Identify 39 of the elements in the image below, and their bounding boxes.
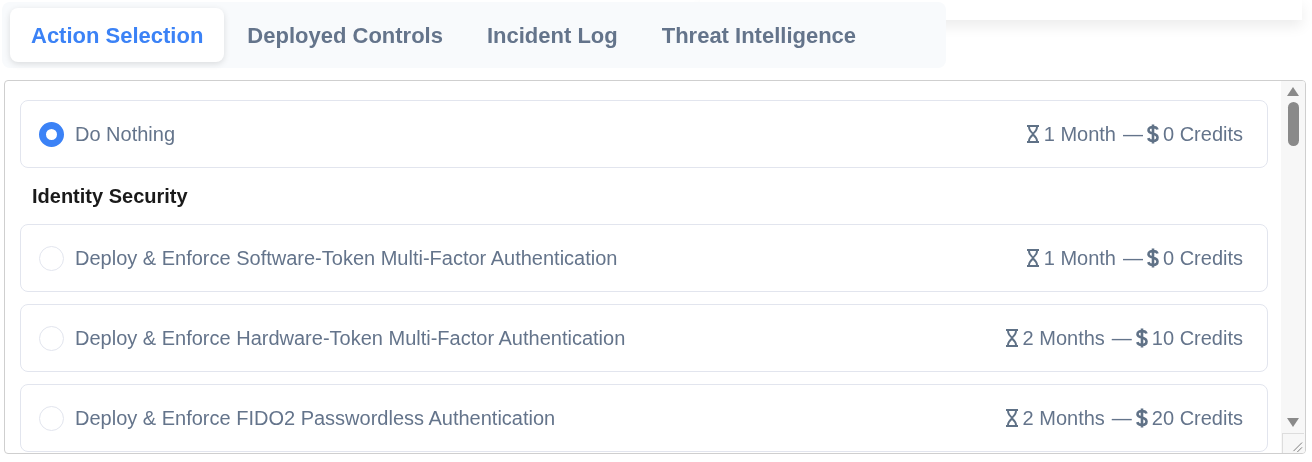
scroll-down-icon[interactable] xyxy=(1287,418,1299,427)
tab[interactable]: Action Selection xyxy=(10,8,225,62)
cost: 10 Credits xyxy=(1151,326,1243,351)
tab[interactable]: Threat Intelligence xyxy=(640,8,878,62)
cost: 20 Credits xyxy=(1151,406,1243,431)
hourglass-icon xyxy=(1025,248,1040,268)
hourglass-icon xyxy=(1025,124,1040,144)
action-option[interactable]: Do Nothing 1 Month — 0 Credits xyxy=(20,100,1268,168)
dollar-icon xyxy=(1135,328,1148,348)
separator: — xyxy=(1122,122,1143,147)
duration: 1 Month xyxy=(1043,246,1116,271)
duration: 2 Months xyxy=(1022,406,1105,431)
action-option[interactable]: Deploy & Enforce Software-Token Multi-Factor Authentication 1 Month — 0 Credits xyxy=(20,224,1268,292)
dollar-icon xyxy=(1146,124,1159,144)
cost: 0 Credits xyxy=(1162,246,1243,271)
duration: 1 Month xyxy=(1043,122,1116,147)
hourglass-icon xyxy=(1004,328,1019,348)
scroll-thumb[interactable] xyxy=(1287,102,1299,146)
cost: 0 Credits xyxy=(1162,122,1243,147)
section-heading: Identity Security xyxy=(31,184,189,209)
scroll-up-icon[interactable] xyxy=(1287,87,1299,96)
option-label: Deploy & Enforce Software-Token Multi-Factor Authentication xyxy=(75,246,618,271)
option-label: Deploy & Enforce Hardware-Token Multi-Factor Authentication xyxy=(75,326,626,351)
radio-button[interactable] xyxy=(39,121,64,147)
duration: 2 Months xyxy=(1022,326,1105,351)
action-option[interactable]: Deploy & Enforce FIDO2 Passwordless Authentication 2 Months — 20 Credits xyxy=(20,384,1268,452)
tab[interactable]: Incident Log xyxy=(465,8,639,62)
separator: — xyxy=(1111,406,1132,431)
option-label: Deploy & Enforce FIDO2 Passwordless Authentication xyxy=(75,406,556,431)
separator: — xyxy=(1122,246,1143,271)
option-label: Do Nothing xyxy=(75,122,176,147)
separator: — xyxy=(1111,326,1132,351)
action-option[interactable]: Deploy & Enforce Hardware-Token Multi-Factor Authentication 2 Months — 10 Credits xyxy=(20,304,1268,372)
tab[interactable]: Deployed Controls xyxy=(226,8,464,62)
dollar-icon xyxy=(1146,248,1159,268)
dollar-icon xyxy=(1135,408,1148,428)
resize-grip-icon[interactable] xyxy=(1282,433,1304,453)
scrollbar[interactable] xyxy=(1281,81,1305,453)
hourglass-icon xyxy=(1004,408,1019,428)
